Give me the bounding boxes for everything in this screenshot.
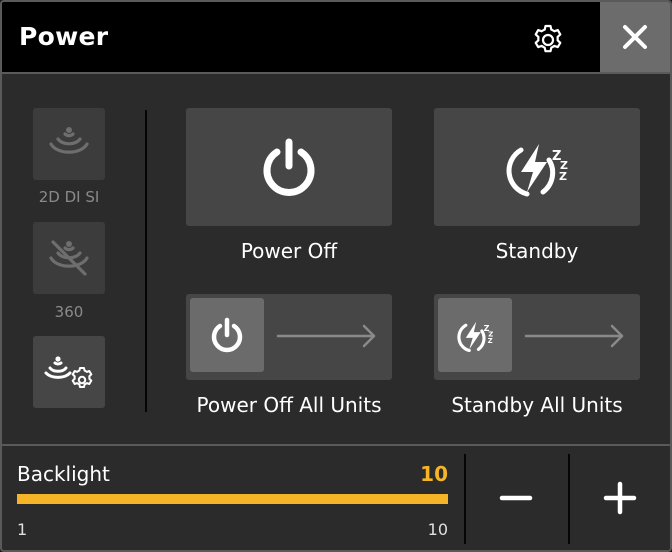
backlight-increase-button[interactable] <box>570 446 670 550</box>
standby-button[interactable]: Z Z Z <box>434 108 640 226</box>
sidebar-item-sonar-settings[interactable] <box>33 336 105 408</box>
power-options-panel: 2D DI SI 360 Power Off Z Z Z Standby Pow… <box>2 74 670 446</box>
minus-icon <box>499 495 533 501</box>
slider-handle[interactable] <box>190 298 264 372</box>
sidebar-item-label: 360 <box>54 303 84 321</box>
arrow-right-icon <box>276 324 376 348</box>
power-off-button[interactable] <box>186 108 392 226</box>
power-off-label: Power Off <box>240 239 338 263</box>
standby-all-units-label: Standby All Units <box>451 393 623 417</box>
settings-button[interactable] <box>528 20 568 60</box>
backlight-slider-fill <box>17 494 448 504</box>
sidebar-item-label: 2D DI SI <box>38 188 100 206</box>
sonar-waves-icon <box>49 127 89 154</box>
plus-icon <box>603 481 637 515</box>
sidebar-item-360[interactable] <box>33 222 105 294</box>
power-icon <box>211 317 243 353</box>
slider-handle[interactable]: Z Z Z <box>438 298 512 372</box>
dialog-header: Power <box>2 2 670 74</box>
sidebar-item-2d-di-si[interactable] <box>33 108 105 180</box>
gear-icon <box>534 24 562 53</box>
backlight-max-label: 10 <box>427 520 448 539</box>
sonar-settings-icon <box>44 356 93 388</box>
backlight-label: Backlight <box>17 462 110 486</box>
backlight-value: 10 <box>420 462 448 486</box>
svg-text:Z: Z <box>559 170 567 183</box>
arrow-right-icon <box>524 324 624 348</box>
power-dialog: Power 2D DI SI 360 Power Off Z Z Z Stand… <box>0 0 672 552</box>
standby-all-units-slider[interactable]: Z Z Z <box>434 294 640 380</box>
standby-bolt-icon: Z Z Z <box>506 144 568 197</box>
backlight-bar: Backlight 10 1 10 <box>2 446 670 550</box>
standby-bolt-icon: Z Z Z <box>457 321 493 353</box>
dialog-title: Power <box>19 22 109 51</box>
close-icon <box>623 25 647 49</box>
power-off-all-units-slider[interactable] <box>186 294 392 380</box>
svg-text:Z: Z <box>488 337 493 345</box>
power-off-all-units-label: Power Off All Units <box>196 393 382 417</box>
sonar-360-icon <box>49 240 89 276</box>
sidebar-divider <box>145 110 147 412</box>
close-button[interactable] <box>600 2 670 72</box>
power-icon <box>263 138 315 196</box>
backlight-min-label: 1 <box>17 520 28 539</box>
backlight-decrease-button[interactable] <box>466 446 566 550</box>
backlight-slider[interactable] <box>17 494 448 504</box>
standby-label: Standby <box>495 239 579 263</box>
